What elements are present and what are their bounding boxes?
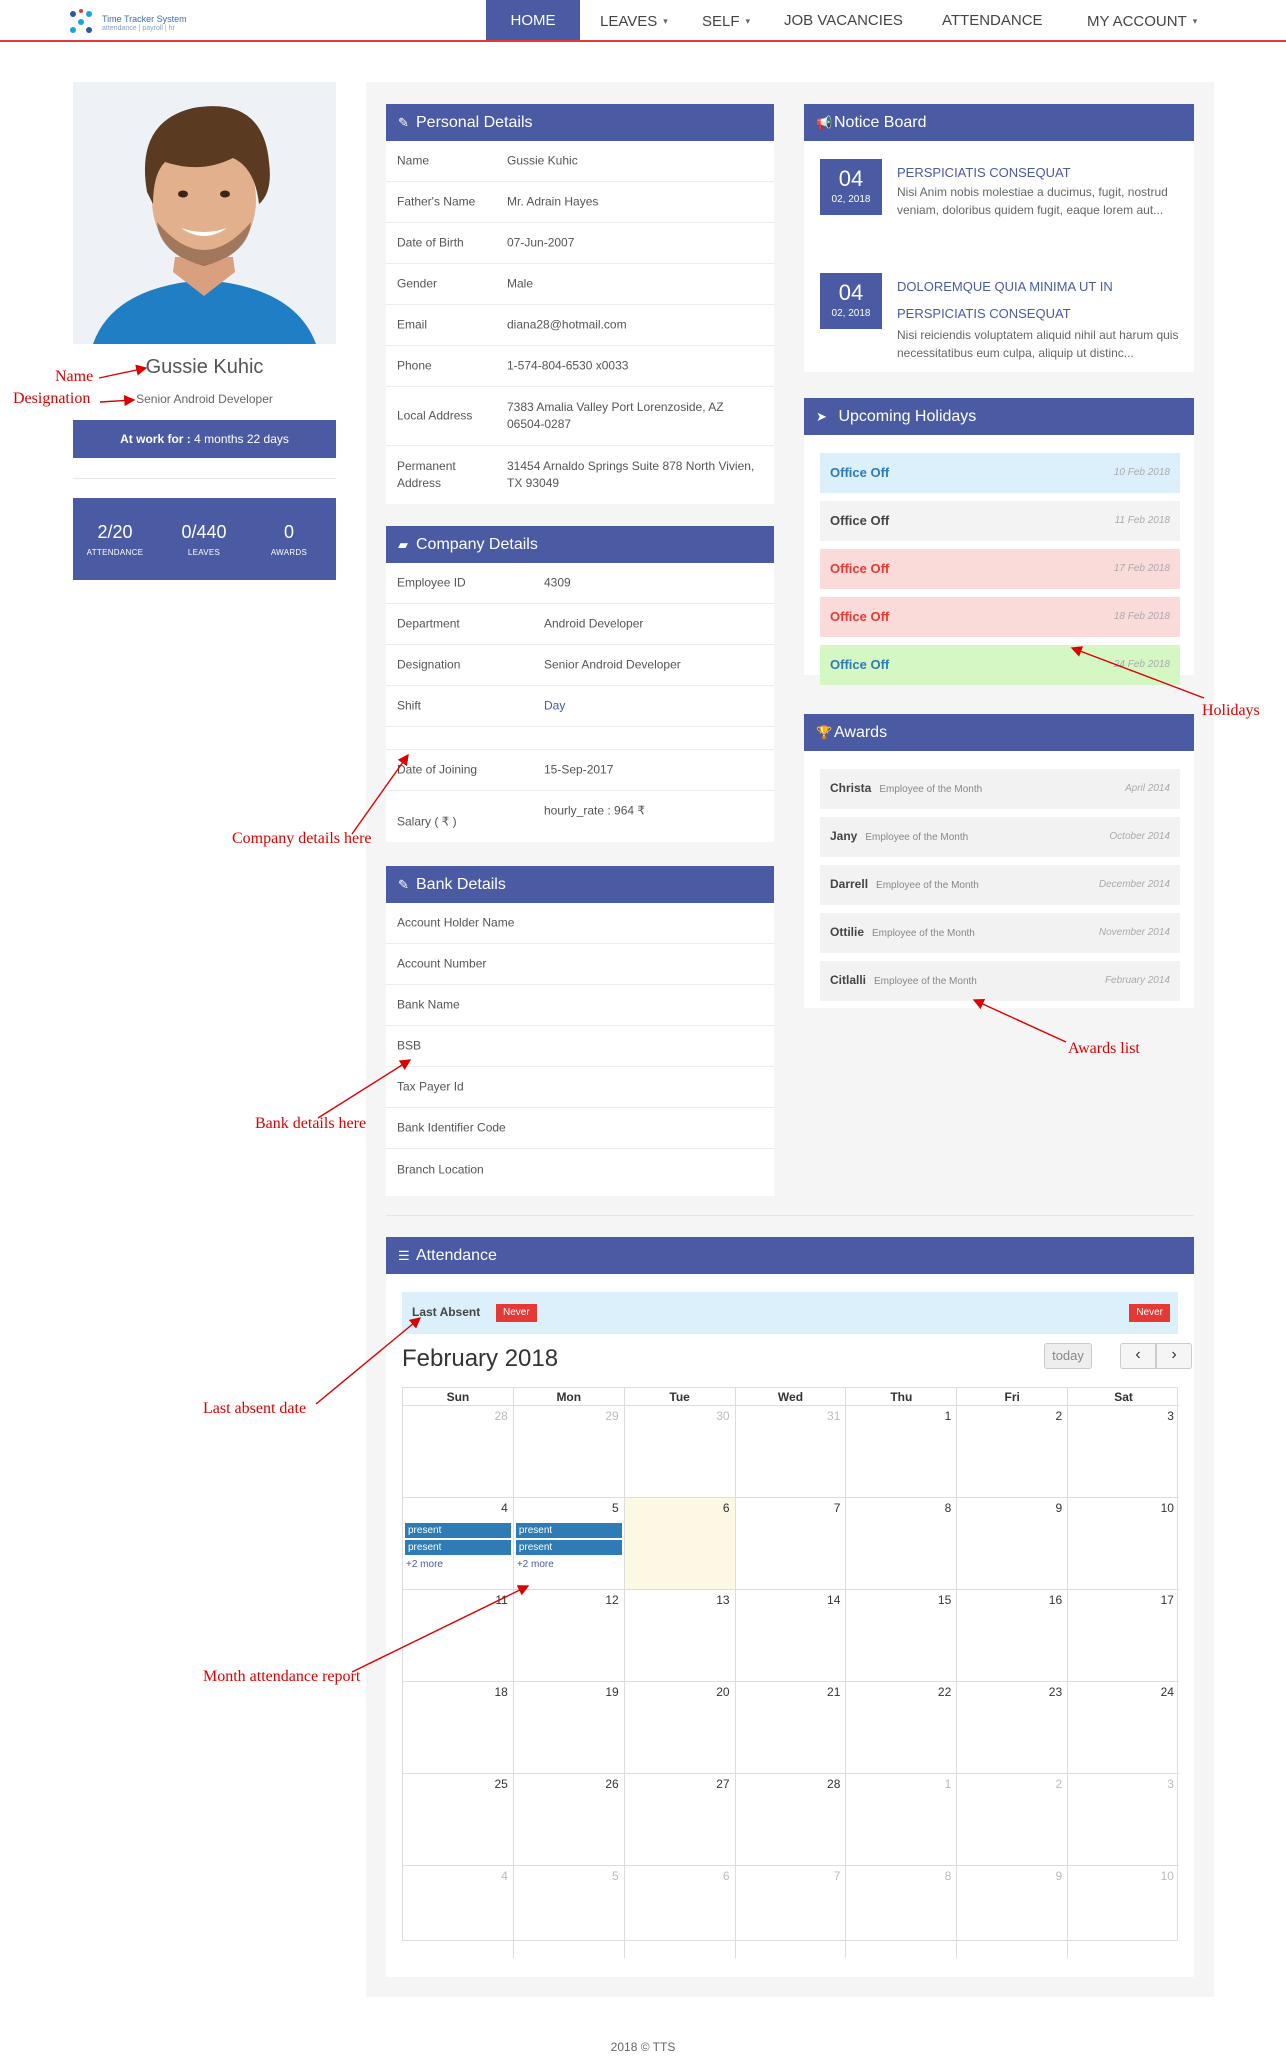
annotation-arrows [98,364,1205,1673]
